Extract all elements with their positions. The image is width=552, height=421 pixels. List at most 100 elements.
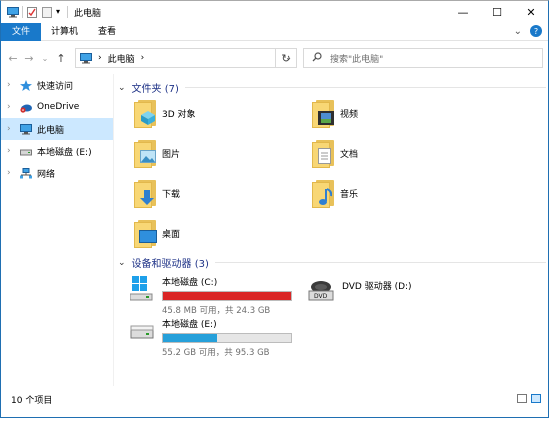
sidebar-item-quick-access[interactable]: › 快速访问 xyxy=(1,74,113,96)
expand-arrow-icon[interactable]: › xyxy=(7,124,15,134)
explorer-window: ▾ 此电脑 — ☐ ✕ 文件 计算机 查看 ⌄ ? ← → ⌄ ↑ › 此电脑 xyxy=(0,0,549,418)
folder-label: 桌面 xyxy=(162,229,181,240)
sidebar-item-network[interactable]: › 网络 xyxy=(1,162,113,184)
recent-locations-button[interactable]: ⌄ xyxy=(37,54,53,63)
view-toggle xyxy=(517,394,541,403)
pictures-icon xyxy=(134,138,156,168)
folder-label: 下载 xyxy=(162,189,181,200)
usage-bar-fill xyxy=(163,334,217,342)
content-pane: ⌄ 文件夹 (7) 3D 对象 视频 图片 文档 下载 音乐 桌面 ⌄ 设备和驱… xyxy=(113,74,549,386)
tab-view[interactable]: 查看 xyxy=(88,23,126,41)
drive-free-space: 55.2 GB 可用，共 95.3 GB xyxy=(162,348,270,358)
star-icon xyxy=(20,79,32,91)
up-button[interactable]: ↑ xyxy=(53,52,69,65)
windows-drive-icon xyxy=(129,273,154,316)
sidebar-item-onedrive[interactable]: › OneDrive xyxy=(1,96,113,118)
folder-label: 视频 xyxy=(340,109,359,120)
folder-documents[interactable]: 文档 xyxy=(312,138,358,168)
ribbon-tabs: 文件 计算机 查看 ⌄ ? xyxy=(1,22,548,41)
drive-details: 本地磁盘 (C:) 45.8 MB 可用，共 24.3 GB xyxy=(162,273,292,316)
tab-file[interactable]: 文件 xyxy=(1,22,42,41)
window-controls: — ☐ ✕ xyxy=(446,1,548,23)
search-icon xyxy=(312,51,322,65)
close-button[interactable]: ✕ xyxy=(514,1,548,23)
sidebar-item-label: 本地磁盘 (E:) xyxy=(37,147,92,158)
expand-arrow-icon[interactable]: › xyxy=(7,168,15,178)
customize-toolbar-icon[interactable]: ▾ xyxy=(56,7,64,18)
folder-pictures[interactable]: 图片 xyxy=(134,138,180,168)
collapse-chevron-icon[interactable]: ⌄ xyxy=(118,83,126,93)
folder-label: 3D 对象 xyxy=(162,109,196,120)
navigation-pane: › 快速访问 › OneDrive › 此电脑 › 本地磁盘 (E:) › 网络 xyxy=(1,74,113,386)
folder-label: 图片 xyxy=(162,149,181,160)
sidebar-item-label: 此电脑 xyxy=(37,125,65,136)
svg-text:DVD: DVD xyxy=(314,293,328,300)
expand-arrow-icon[interactable]: › xyxy=(7,146,15,156)
ribbon-controls: ⌄ ? xyxy=(514,25,542,37)
sidebar-item-label: OneDrive xyxy=(37,102,80,112)
desktop-icon xyxy=(134,218,157,248)
search-box[interactable]: 搜索"此电脑" xyxy=(303,48,543,68)
drive-e[interactable]: 本地磁盘 (E:) 55.2 GB 可用，共 95.3 GB xyxy=(130,315,292,358)
group-title: 文件夹 (7) xyxy=(131,84,179,95)
folders-group-header[interactable]: ⌄ 文件夹 (7) xyxy=(118,80,546,95)
download-icon xyxy=(134,178,156,208)
computer-icon xyxy=(20,123,32,135)
group-divider xyxy=(214,262,546,263)
dvd-drive-icon: DVD xyxy=(308,277,334,306)
properties-icon[interactable] xyxy=(26,6,38,18)
usage-bar xyxy=(162,333,292,343)
title-bar: ▾ 此电脑 — ☐ ✕ xyxy=(1,1,548,23)
drive-icon xyxy=(130,315,154,358)
status-bar: 10 个项目 xyxy=(1,390,549,408)
video-icon xyxy=(312,98,334,128)
sidebar-item-drive-e[interactable]: › 本地磁盘 (E:) xyxy=(1,140,113,162)
computer-icon xyxy=(80,52,92,64)
new-folder-icon[interactable] xyxy=(41,6,53,18)
cloud-icon xyxy=(20,102,32,113)
3d-objects-icon xyxy=(134,98,156,128)
group-divider xyxy=(184,87,546,88)
usage-bar-fill xyxy=(163,292,291,300)
sidebar-item-label: 网络 xyxy=(37,169,56,180)
folder-downloads[interactable]: 下载 xyxy=(134,178,180,208)
back-button[interactable]: ← xyxy=(5,52,21,65)
breadcrumb-separator[interactable]: › xyxy=(98,53,102,63)
refresh-button[interactable]: ↻ xyxy=(275,48,297,68)
search-placeholder: 搜索"此电脑" xyxy=(330,54,384,65)
toolbar-divider xyxy=(22,6,23,18)
devices-group-header[interactable]: ⌄ 设备和驱动器 (3) xyxy=(118,255,546,270)
network-icon xyxy=(20,167,32,179)
details-view-icon[interactable] xyxy=(517,394,527,403)
expand-ribbon-button[interactable]: ⌄ xyxy=(514,26,522,37)
maximize-button[interactable]: ☐ xyxy=(480,1,514,23)
folder-videos[interactable]: 视频 xyxy=(312,98,358,128)
expand-arrow-icon[interactable]: › xyxy=(7,80,15,90)
tab-computer[interactable]: 计算机 xyxy=(41,23,88,41)
sidebar-item-this-pc[interactable]: › 此电脑 xyxy=(1,118,113,140)
drive-d[interactable]: DVD DVD 驱动器 (D:) xyxy=(308,277,412,306)
drive-c[interactable]: 本地磁盘 (C:) 45.8 MB 可用，共 24.3 GB xyxy=(129,273,292,316)
folder-music[interactable]: 音乐 xyxy=(312,178,358,208)
drive-details: DVD 驱动器 (D:) xyxy=(342,277,412,306)
computer-icon xyxy=(7,6,19,18)
drive-name: 本地磁盘 (E:) xyxy=(162,320,217,330)
usage-bar xyxy=(162,291,292,301)
folder-desktop[interactable]: 桌面 xyxy=(134,218,180,248)
drive-details: 本地磁盘 (E:) 55.2 GB 可用，共 95.3 GB xyxy=(162,315,292,358)
folder-label: 音乐 xyxy=(340,189,359,200)
drive-icon xyxy=(20,146,32,157)
address-bar[interactable]: › 此电脑 › ⌄ xyxy=(75,48,297,68)
chevron-right-icon[interactable]: › xyxy=(141,53,145,63)
collapse-chevron-icon[interactable]: ⌄ xyxy=(118,258,126,268)
breadcrumb-this-pc[interactable]: 此电脑 xyxy=(108,52,135,65)
minimize-button[interactable]: — xyxy=(446,1,480,23)
navigation-bar: ← → ⌄ ↑ › 此电脑 › ⌄ ↻ 搜索"此电脑" xyxy=(1,45,548,71)
expand-arrow-icon[interactable]: › xyxy=(7,102,15,112)
help-button[interactable]: ? xyxy=(530,25,542,37)
forward-button[interactable]: → xyxy=(21,52,37,65)
documents-icon xyxy=(312,138,334,168)
folder-3d-objects[interactable]: 3D 对象 xyxy=(134,98,196,128)
large-icons-view-icon[interactable] xyxy=(531,394,541,403)
quick-access-toolbar: ▾ xyxy=(7,6,68,18)
